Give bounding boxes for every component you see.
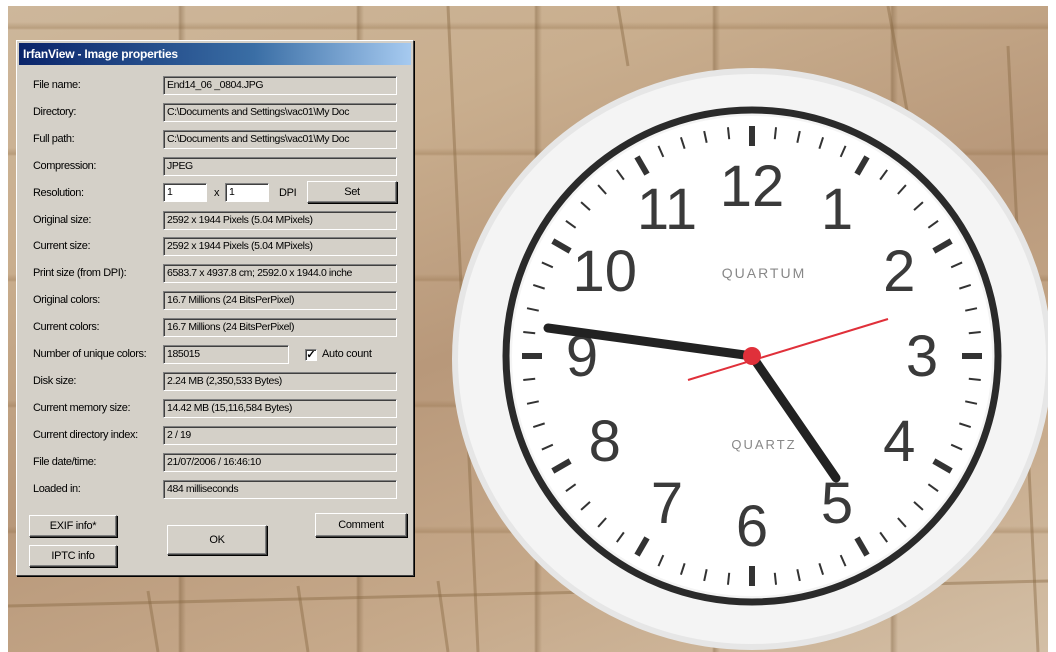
property-row-memory-size: Current memory size: 14.42 MB (15,116,584… — [17, 398, 413, 419]
exif-info-button[interactable]: EXIF info* — [29, 515, 117, 537]
loaded-in-value: 484 milliseconds — [163, 479, 397, 499]
resolution-unit: DPI — [279, 187, 297, 199]
file-name-value: End14_06 _0804.JPG — [163, 76, 397, 95]
clock-center-cap — [743, 347, 761, 365]
property-row-full-path: Full path: C:\Documents and Settings\vac0… — [17, 129, 413, 150]
full-path-label: Full path: — [33, 132, 75, 145]
property-row-current-size: Current size: 2592 x 1944 Pixels (5.04 MP… — [17, 237, 413, 257]
clock-tick — [523, 377, 536, 382]
current-size-label: Current size: — [33, 240, 91, 253]
current-size-value: 2592 x 1944 Pixels (5.04 MPixels) — [163, 237, 397, 257]
clock-numeral-7: 7 — [651, 471, 683, 536]
clock-numeral-11: 11 — [637, 177, 697, 242]
auto-count-checkbox[interactable]: ✓ — [305, 349, 317, 361]
dialog-title[interactable]: IrfanView - Image properties — [19, 43, 411, 65]
original-size-label: Original size: — [33, 213, 91, 226]
property-row-file-name: File name: End14_06 _0804.JPG — [17, 76, 413, 96]
disk-size-value: 2.24 MB (2,350,533 Bytes) — [163, 371, 397, 391]
clock-brand-top: QUARTUM — [722, 265, 807, 281]
original-colors-label: Original colors: — [33, 294, 100, 307]
clock-tick — [968, 330, 981, 335]
clock-tick — [726, 127, 731, 140]
print-size-label: Print size (from DPI): — [33, 267, 127, 280]
clock-numeral-2: 2 — [883, 239, 915, 304]
file-date-time-label: File date/time: — [33, 455, 97, 468]
set-button[interactable]: Set — [307, 181, 397, 203]
file-date-time-value: 21/07/2006 / 16:46:10 — [163, 452, 397, 472]
directory-label: Directory: — [33, 105, 77, 118]
property-row-original-colors: Original colors: 16.7 Millions (24 BitsPe… — [17, 291, 413, 311]
file-name-label: File name: — [33, 79, 81, 91]
clock-tick — [773, 572, 778, 585]
comment-button[interactable]: Comment — [315, 513, 407, 537]
property-row-directory-index: Current directory index: 2 / 19 — [17, 425, 413, 446]
resolution-row: 1 x 1 DPI Set — [17, 181, 413, 203]
original-size-value: 2592 x 1944 Pixels (5.04 MPixels) — [163, 210, 397, 230]
current-colors-value: 16.7 Millions (24 BitsPerPixel) — [163, 318, 397, 338]
disk-size-label: Disk size: — [33, 374, 77, 387]
ok-button[interactable]: OK — [167, 525, 267, 555]
clock-tick — [773, 127, 778, 140]
memory-size-label: Current memory size: — [33, 401, 131, 414]
compression-value: JPEG — [163, 156, 397, 176]
clock-tick — [968, 377, 981, 382]
property-row-compression: Compression: JPEG — [17, 156, 413, 177]
auto-count-label: Auto count — [322, 348, 372, 360]
directory-index-value: 2 / 19 — [163, 425, 397, 445]
resolution-separator: x — [214, 187, 220, 199]
property-row-directory: Directory: C:\Documents and Settings\vac0… — [17, 102, 413, 123]
resolution-x-input[interactable]: 1 — [163, 183, 207, 202]
unique-colors-value: 185015 — [163, 345, 289, 364]
clock-numeral-4: 4 — [883, 409, 915, 474]
print-size-value: 6583.7 x 4937.8 cm; 2592.0 x 1944.0 inch… — [163, 264, 397, 284]
clock-numeral-10: 10 — [573, 239, 638, 304]
property-row-disk-size: Disk size: 2.24 MB (2,350,533 Bytes) — [17, 371, 413, 392]
property-row-original-size: Original size: 2592 x 1944 Pixels (5.04 M… — [17, 210, 413, 231]
resolution-y-input[interactable]: 1 — [225, 183, 269, 202]
clock-tick — [726, 572, 731, 585]
property-row-current-colors: Current colors: 16.7 Millions (24 BitsPer… — [17, 318, 413, 338]
clock-numeral-3: 3 — [906, 324, 938, 389]
compression-label: Compression: — [33, 159, 97, 172]
clock-numeral-12: 12 — [720, 154, 785, 219]
iptc-info-button[interactable]: IPTC info — [29, 545, 117, 567]
clock-brand-bottom: QUARTZ — [731, 437, 796, 452]
memory-size-value: 14.42 MB (15,116,584 Bytes) — [163, 398, 397, 418]
full-path-value: C:\Documents and Settings\vac01\My Doc — [163, 129, 397, 149]
clock-numeral-8: 8 — [589, 409, 621, 474]
unique-colors-label: Number of unique colors: — [33, 348, 147, 360]
current-colors-label: Current colors: — [33, 321, 100, 334]
clock-tick — [523, 330, 536, 335]
loaded-in-label: Loaded in: — [33, 482, 81, 495]
clock-numeral-1: 1 — [821, 177, 853, 242]
original-colors-value: 16.7 Millions (24 BitsPerPixel) — [163, 291, 397, 311]
image-properties-dialog: IrfanView - Image properties File name: E… — [16, 40, 414, 576]
property-row-print-size: Print size (from DPI): 6583.7 x 4937.8 cm… — [17, 264, 413, 284]
clock-numeral-6: 6 — [736, 494, 768, 559]
property-row-loaded-in: Loaded in: 484 milliseconds — [17, 479, 413, 500]
property-row-file-date-time: File date/time: 21/07/2006 / 16:46:10 — [17, 452, 413, 473]
directory-index-label: Current directory index: — [33, 428, 138, 441]
directory-value: C:\Documents and Settings\vac01\My Doc — [163, 102, 397, 122]
